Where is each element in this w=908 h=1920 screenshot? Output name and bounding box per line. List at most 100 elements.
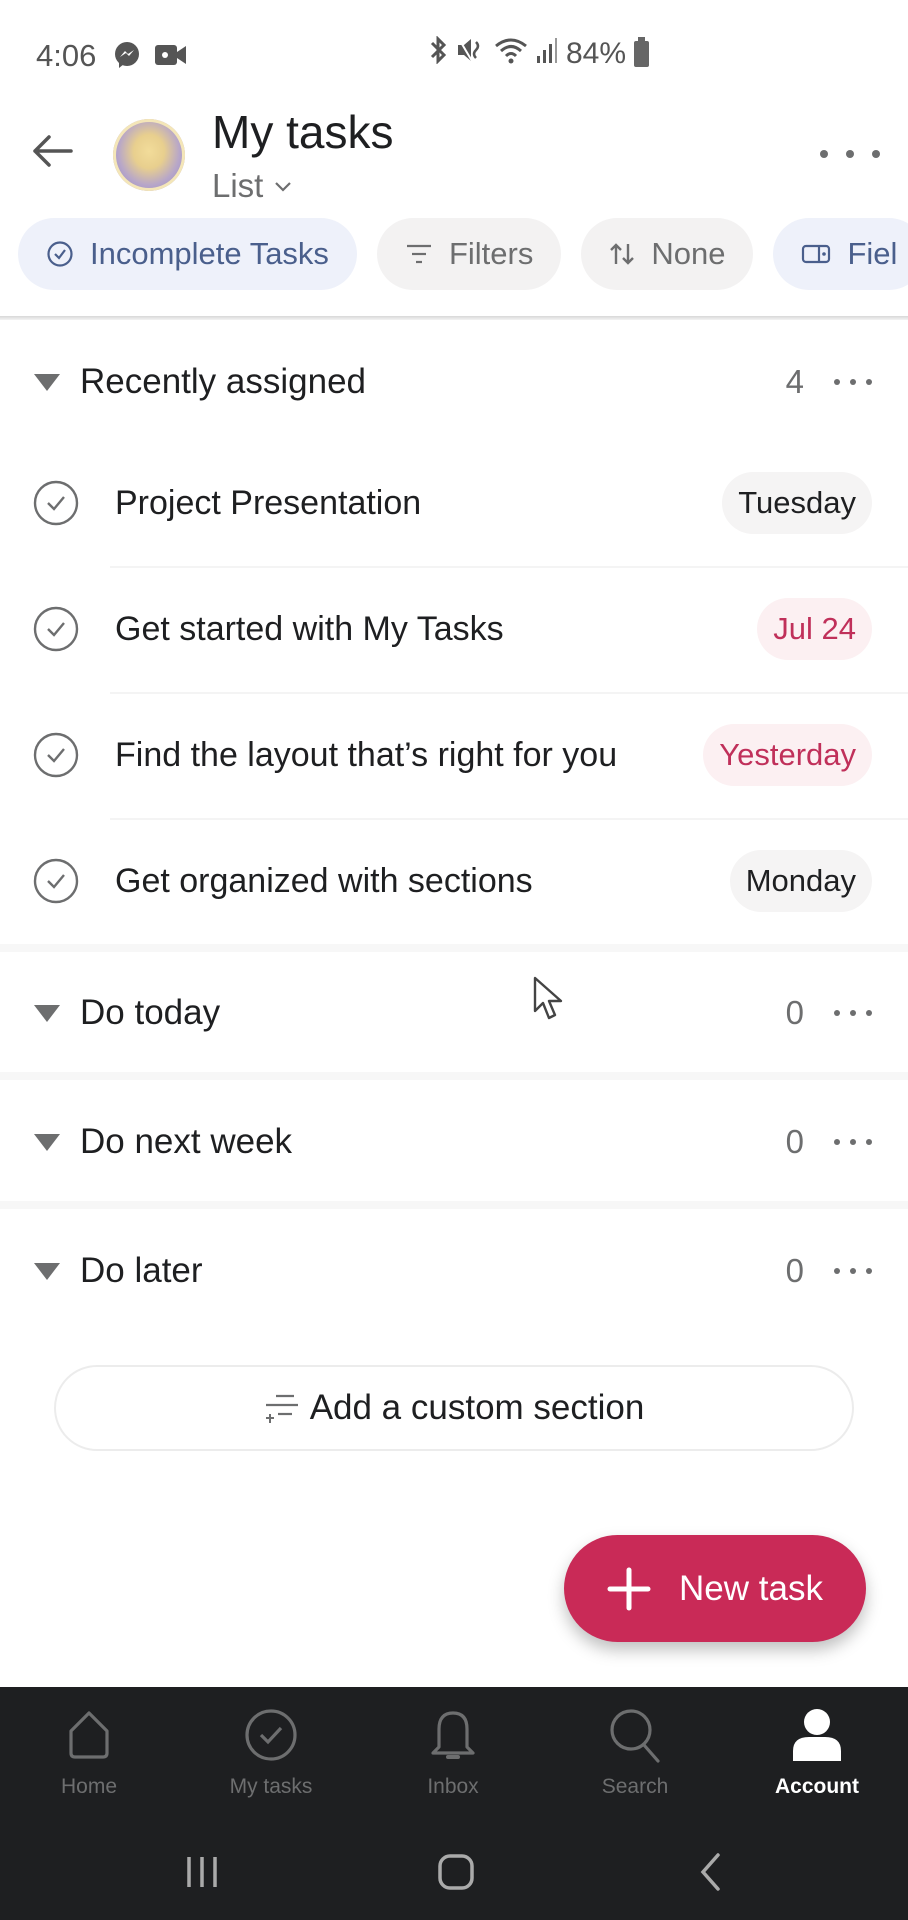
bluetooth-icon [428,35,448,71]
section-more-button[interactable] [834,1003,872,1023]
task-name: Project Presentation [115,483,422,522]
wifi-icon [494,36,528,71]
section-more-button[interactable] [834,1132,872,1152]
more-dot [872,150,880,158]
add-custom-section-button[interactable]: Add a custom section [54,1365,854,1451]
back-button[interactable] [28,127,76,175]
filter-chip-bar: Incomplete Tasks Filters None Fiel [18,218,908,290]
section-more-button[interactable] [834,1261,872,1281]
sort-icon [610,243,635,265]
add-section-icon [265,1394,298,1423]
more-dot [850,1139,856,1145]
task-row[interactable]: Get started with My Tasks Jul 24 [0,566,908,692]
check-circle-icon [47,241,73,267]
task-row[interactable]: Find the layout that’s right for you Yes… [0,692,908,818]
task-row[interactable]: Get organized with sections Monday [0,818,908,944]
section-title: Do today [80,993,221,1032]
arrow-left-icon [33,135,73,167]
section-header-recently-assigned[interactable]: Recently assigned 4 [0,342,908,422]
task-row[interactable]: Project Presentation Tuesday [0,440,908,566]
section-header-do-today[interactable]: Do today 0 [0,973,908,1053]
mute-icon [456,36,486,71]
more-dot [866,1010,872,1016]
more-horizontal-icon [834,1010,840,1016]
more-dot [866,1268,872,1274]
chip-sort[interactable]: None [581,218,754,290]
back-system-button[interactable] [676,1837,746,1907]
chip-filters[interactable]: Filters [376,218,562,290]
task-name: Get started with My Tasks [115,609,504,648]
search-icon [607,1707,663,1763]
more-dot [866,379,872,385]
nav-label: Inbox [427,1775,479,1798]
task-name: Find the layout that’s right for you [115,735,618,774]
status-right: 84% [428,35,650,71]
collapse-caret-icon[interactable] [34,1004,60,1022]
collapse-caret-icon[interactable] [34,1262,60,1280]
section-count: 0 [785,994,804,1031]
chevron-down-icon [275,182,292,192]
section-header-do-later[interactable]: Do later 0 [0,1231,908,1311]
section-more-button[interactable] [834,372,872,392]
more-dot [850,1268,856,1274]
due-date-badge[interactable]: Monday [729,850,872,912]
due-date-badge[interactable]: Yesterday [703,724,872,786]
section-divider [0,1072,908,1080]
mouse-cursor-icon [533,976,563,1020]
check-circle-icon [243,1707,299,1763]
new-task-button[interactable]: New task [564,1535,866,1642]
chip-label: Incomplete Tasks [90,236,329,271]
more-dot [850,379,856,385]
more-options-button[interactable] [820,139,880,169]
status-time: 4:06 [36,38,97,73]
avatar[interactable] [113,119,185,191]
due-date-badge[interactable]: Tuesday [722,472,872,534]
nav-item-account[interactable]: Account [742,1707,892,1817]
complete-task-checkbox[interactable] [33,480,79,526]
section-divider [0,944,908,952]
section-header-do-next-week[interactable]: Do next week 0 [0,1102,908,1182]
section-title: Do next week [80,1122,293,1161]
chip-label: None [651,236,726,271]
new-task-label: New task [679,1568,823,1608]
plus-icon [607,1567,651,1610]
nav-label: My tasks [229,1775,313,1798]
chip-incomplete-tasks[interactable]: Incomplete Tasks [18,218,357,290]
recent-apps-icon [187,1857,217,1887]
fields-icon [802,244,831,264]
nav-label: Home [60,1775,118,1798]
complete-task-checkbox[interactable] [33,732,79,778]
section-title: Recently assigned [80,362,366,401]
more-dot [850,1010,856,1016]
more-dot [866,1139,872,1145]
battery-percent: 84% [566,36,627,70]
view-switcher[interactable]: List [212,167,293,205]
chevron-left-icon [700,1853,720,1891]
chip-fields[interactable]: Fiel [773,218,908,290]
nav-label: Account [775,1775,859,1798]
nav-item-my-tasks[interactable]: My tasks [196,1707,346,1817]
section-title: Do later [80,1251,203,1290]
more-dot [846,150,854,158]
nav-item-home[interactable]: Home [14,1707,164,1817]
recent-apps-button[interactable] [167,1837,237,1907]
home-system-button[interactable] [421,1837,491,1907]
section-divider [0,1201,908,1209]
nav-label: Search [601,1775,669,1798]
collapse-caret-icon[interactable] [34,373,60,391]
page-title: My tasks [212,106,394,158]
battery-icon [634,36,650,67]
person-icon [789,1707,845,1763]
complete-task-checkbox[interactable] [33,606,79,652]
home-square-icon [438,1854,474,1890]
nav-item-inbox[interactable]: Inbox [378,1707,528,1817]
nav-item-search[interactable]: Search [560,1707,710,1817]
chip-label: Fiel [847,236,898,271]
more-horizontal-icon [834,379,840,385]
due-date-badge[interactable]: Jul 24 [757,598,872,660]
collapse-caret-icon[interactable] [34,1133,60,1151]
header: My tasks List [0,105,908,215]
more-horizontal-icon [820,150,828,158]
view-label: List [212,167,264,204]
complete-task-checkbox[interactable] [33,858,79,904]
